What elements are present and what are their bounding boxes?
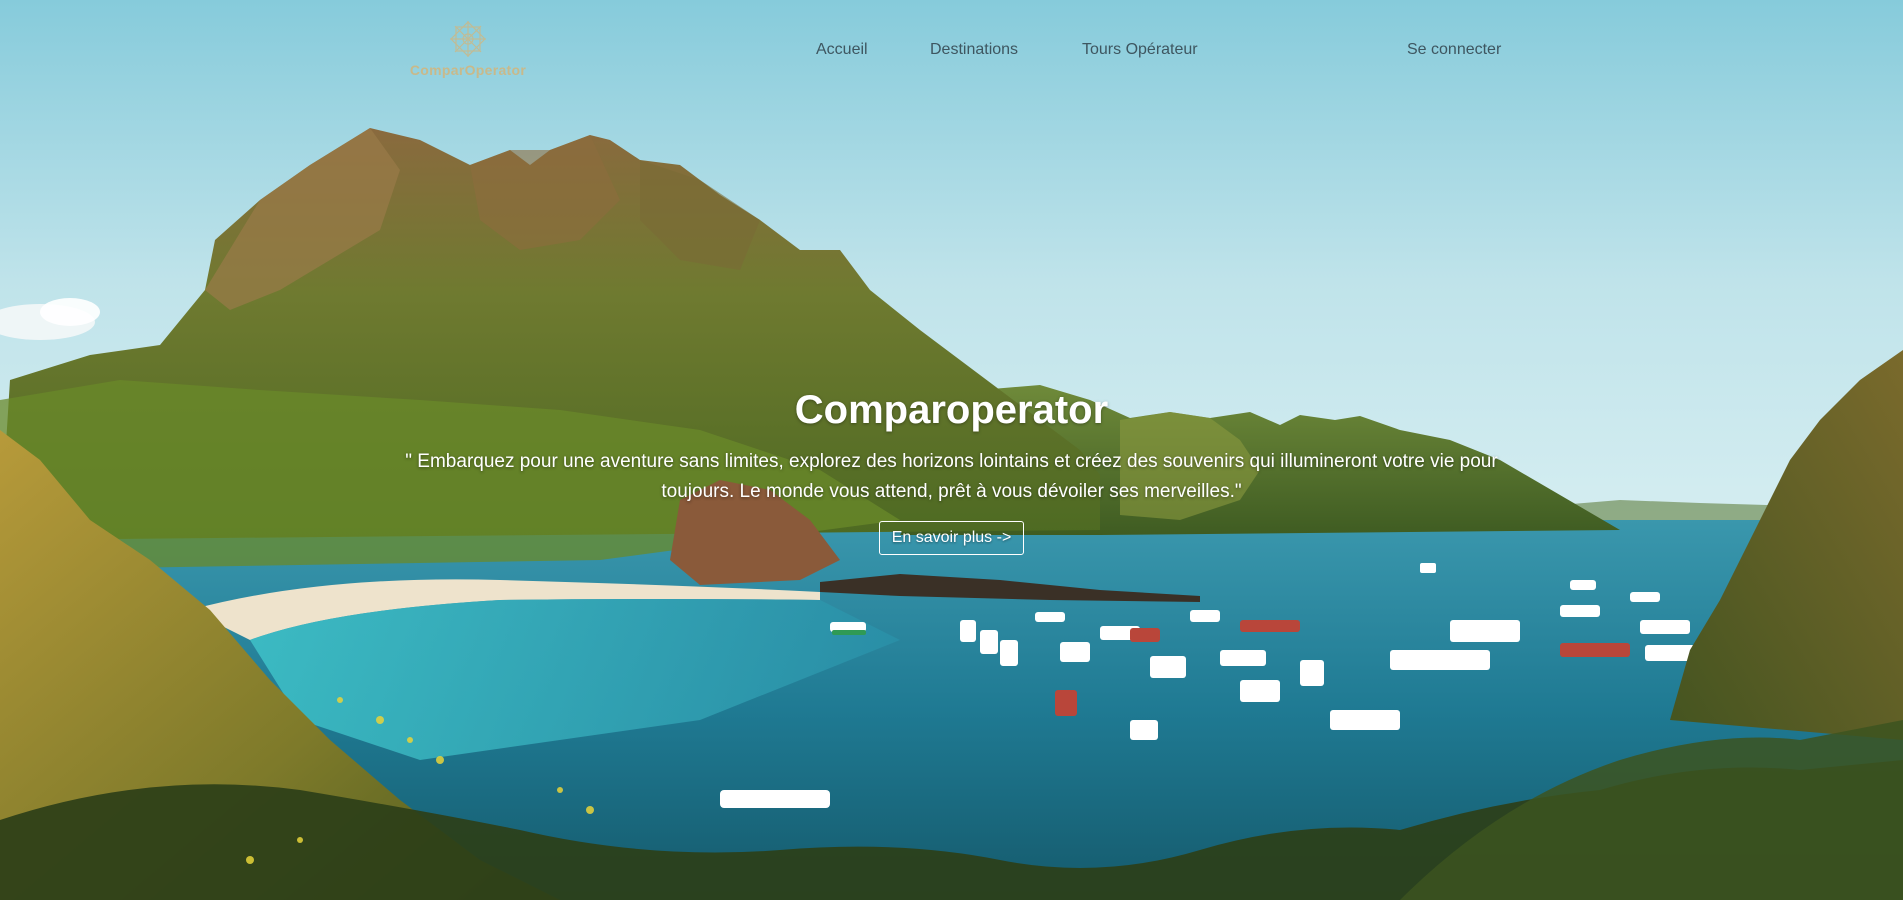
hero-quote: " Embarquez pour une aventure sans limit… xyxy=(405,451,1498,502)
nav-link-tours-operateur[interactable]: Tours Opérateur xyxy=(1082,41,1198,59)
brand-logo[interactable]: ComparOperator xyxy=(405,18,531,82)
nav-link-destinations[interactable]: Destinations xyxy=(930,41,1018,59)
login-link[interactable]: Se connecter xyxy=(1407,41,1501,59)
brand-name: ComparOperator xyxy=(409,62,527,78)
navbar: ComparOperator Accueil Destinations Tour… xyxy=(0,0,1903,100)
nav-link-accueil[interactable]: Accueil xyxy=(816,41,868,59)
learn-more-button[interactable]: En savoir plus -> xyxy=(878,521,1025,555)
hero-content: Comparoperator " Embarquez pour une aven… xyxy=(0,388,1903,555)
hero-title: Comparoperator xyxy=(794,388,1109,432)
hero-section: ComparOperator Accueil Destinations Tour… xyxy=(0,0,1903,900)
compass-star-icon xyxy=(450,21,486,57)
